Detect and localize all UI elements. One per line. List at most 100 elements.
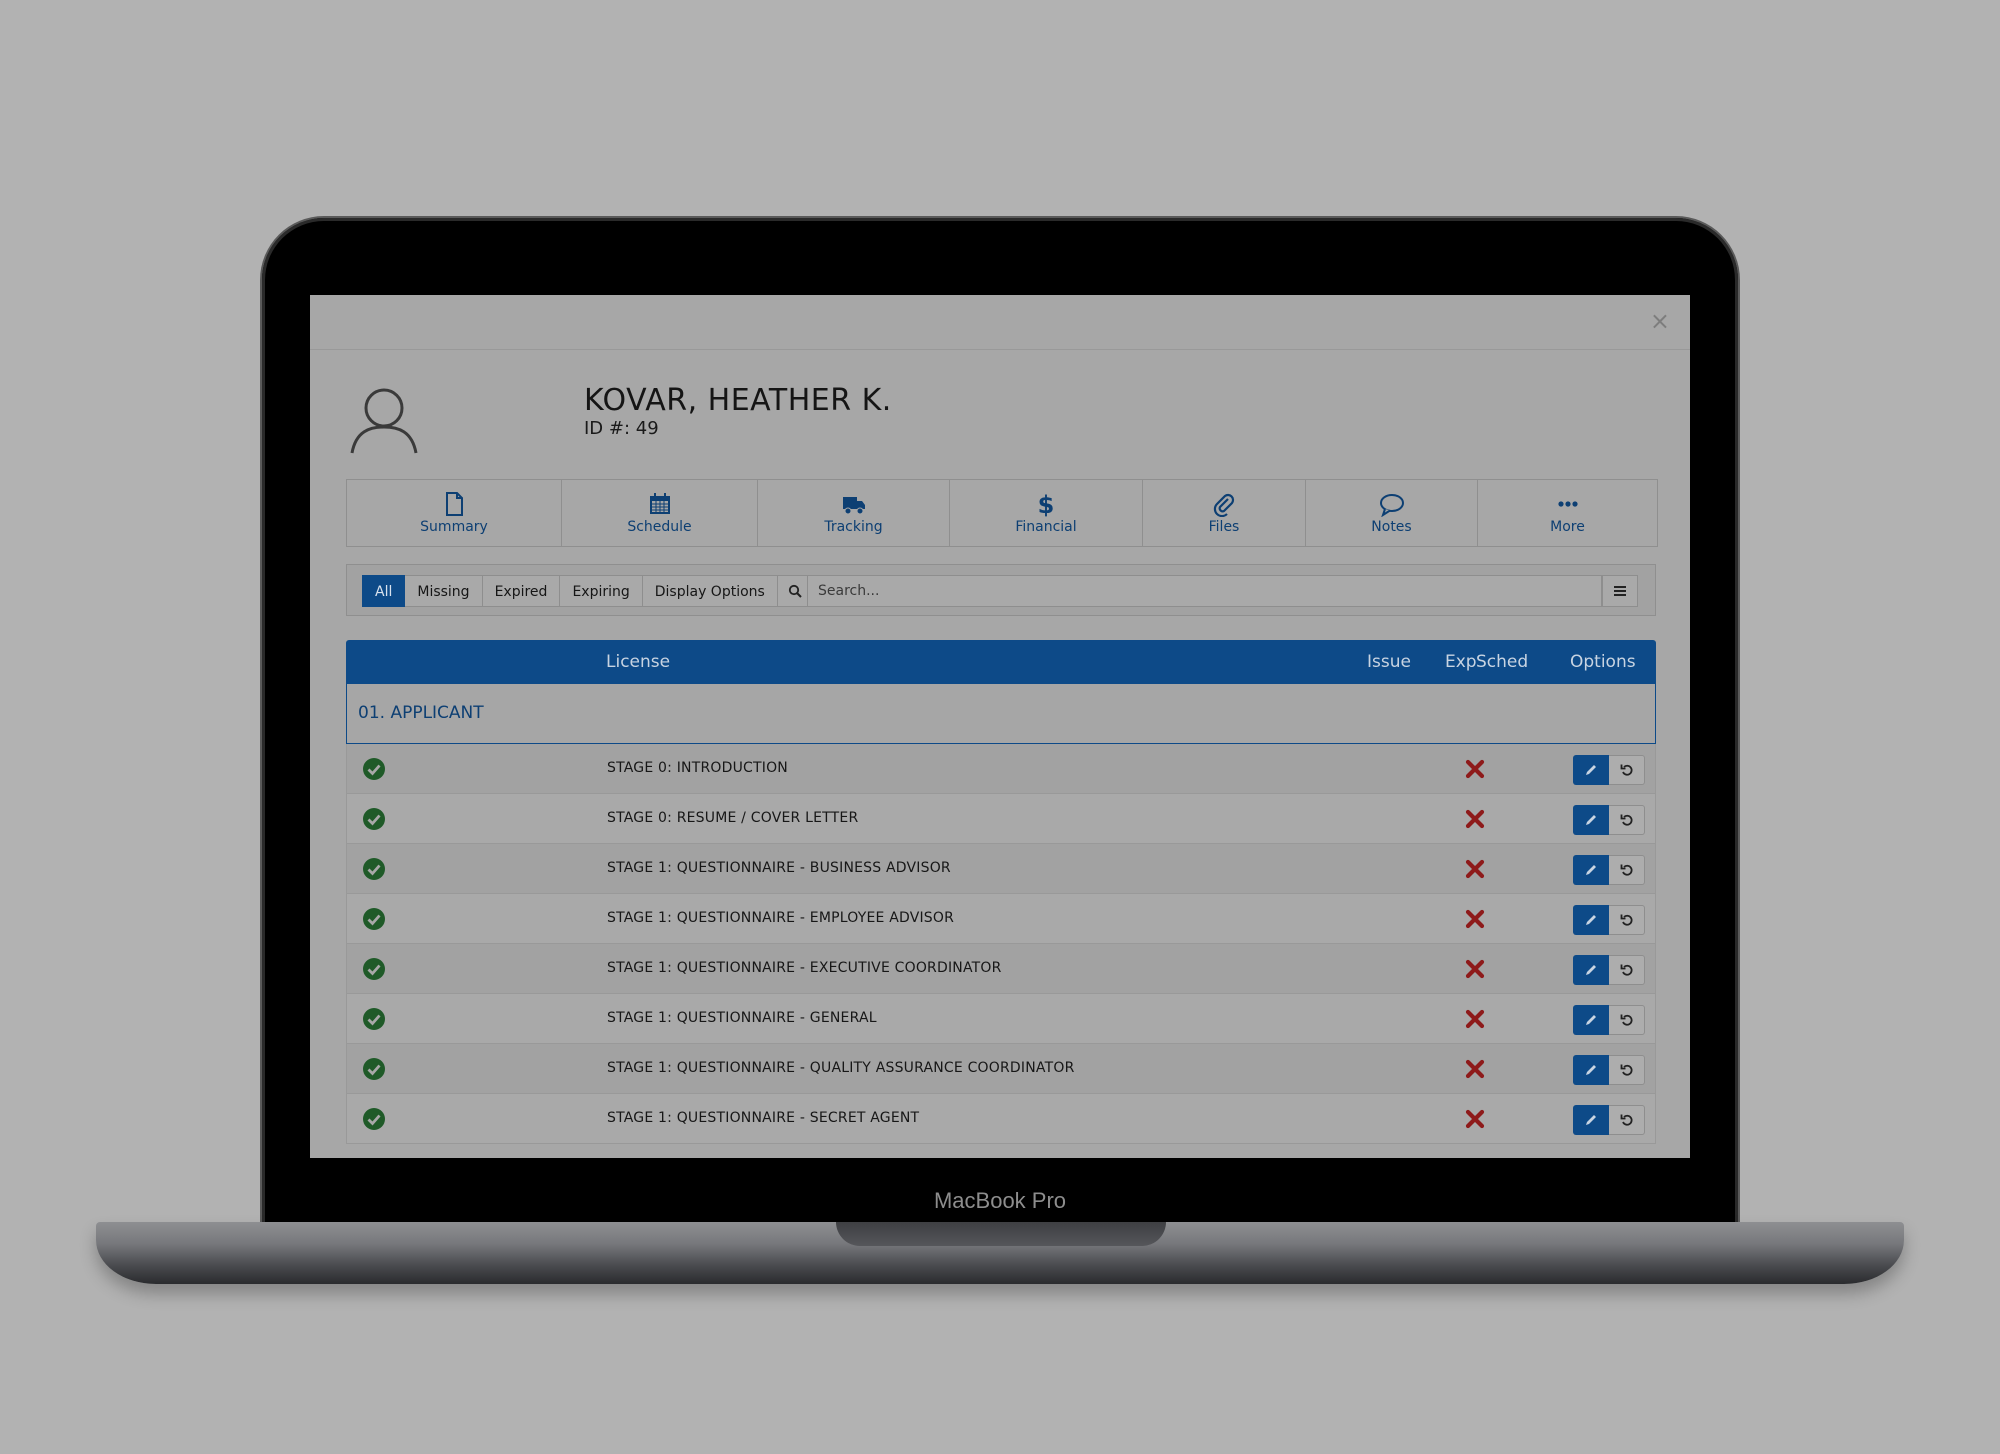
pencil-icon: [1586, 1065, 1596, 1075]
section-title: 01. APPLICANT: [358, 703, 484, 723]
hamburger-icon: [1614, 586, 1626, 596]
table-row: STAGE 1: QUESTIONNAIRE - BUSINESS ADVISO…: [346, 844, 1656, 894]
undo-icon: [1620, 1064, 1633, 1076]
filter-button-group: All Missing Expired Expiring Display Opt…: [362, 575, 813, 607]
table-row: STAGE 1: QUESTIONNAIRE - EXECUTIVE COORD…: [346, 944, 1656, 994]
pencil-icon: [1586, 1015, 1596, 1025]
pencil-icon: [1586, 965, 1596, 975]
undo-button[interactable]: [1609, 1105, 1645, 1135]
edit-button[interactable]: [1573, 855, 1609, 885]
pencil-icon: [1586, 765, 1596, 775]
column-options[interactable]: Options: [1570, 652, 1636, 672]
tab-files[interactable]: Files: [1143, 480, 1306, 546]
svg-text:$: $: [1038, 491, 1055, 517]
x-mark-icon: [1465, 1109, 1485, 1129]
license-table: License Issue Exp Sched Options 01. APPL…: [346, 640, 1656, 1158]
undo-icon: [1620, 814, 1633, 826]
tab-tracking[interactable]: Tracking: [758, 480, 950, 546]
table-rows: STAGE 0: INTRODUCTION STAGE 0: RESUME / …: [346, 744, 1656, 1144]
undo-icon: [1620, 914, 1633, 926]
speech-bubble-icon: [1379, 494, 1404, 517]
undo-icon: [1620, 1114, 1633, 1126]
app-screen: × KOVAR, HEATHER K. ID #: 49 Summary Sch…: [310, 295, 1690, 1158]
paperclip-icon: [1213, 493, 1235, 517]
search-input[interactable]: [807, 575, 1602, 607]
row-license-label: STAGE 1: QUESTIONNAIRE - GENERAL: [607, 1010, 877, 1026]
calendar-icon: [649, 493, 670, 514]
document-icon: [446, 492, 463, 516]
row-options: [1573, 905, 1645, 935]
x-mark-icon: [1465, 759, 1485, 779]
tab-more[interactable]: More: [1478, 480, 1657, 546]
x-mark-icon: [1465, 859, 1485, 879]
row-options: [1573, 1055, 1645, 1085]
dollar-icon: $: [1038, 491, 1055, 517]
table-row: STAGE 1: QUESTIONNAIRE - EMPLOYEE ADVISO…: [346, 894, 1656, 944]
undo-button[interactable]: [1609, 905, 1645, 935]
table-row: STAGE 1: QUESTIONNAIRE - GENERAL: [346, 994, 1656, 1044]
x-mark-icon: [1465, 809, 1485, 829]
tab-label: Schedule: [627, 519, 692, 535]
check-circle-icon: [363, 1008, 385, 1030]
undo-button[interactable]: [1609, 755, 1645, 785]
check-circle-icon: [363, 758, 385, 780]
undo-button[interactable]: [1609, 1055, 1645, 1085]
truck-icon: [842, 497, 865, 515]
device-brand-label: MacBook Pro: [933, 1188, 1067, 1213]
x-mark-icon: [1465, 1009, 1485, 1029]
tab-summary[interactable]: Summary: [347, 480, 562, 546]
column-sched[interactable]: Sched: [1476, 652, 1528, 672]
display-options-button[interactable]: Display Options: [642, 575, 778, 607]
x-mark-icon: [1465, 1059, 1485, 1079]
row-options: [1573, 805, 1645, 835]
undo-button[interactable]: [1609, 855, 1645, 885]
filter-all-button[interactable]: All: [362, 575, 406, 607]
edit-button[interactable]: [1573, 905, 1609, 935]
check-circle-icon: [363, 1108, 385, 1130]
edit-button[interactable]: [1573, 1055, 1609, 1085]
row-license-label: STAGE 0: INTRODUCTION: [607, 760, 788, 776]
table-row: STAGE 1: QUESTIONNAIRE - SECRET AGENT: [346, 1094, 1656, 1144]
tab-notes[interactable]: Notes: [1306, 480, 1478, 546]
filter-missing-button[interactable]: Missing: [405, 575, 483, 607]
undo-icon: [1620, 864, 1633, 876]
nav-tabs: Summary Schedule Tracking $ Financial Fi…: [346, 479, 1658, 547]
pencil-icon: [1586, 815, 1596, 825]
edit-button[interactable]: [1573, 755, 1609, 785]
row-options: [1573, 955, 1645, 985]
undo-icon: [1620, 1014, 1633, 1026]
column-license[interactable]: License: [606, 652, 670, 672]
tab-financial[interactable]: $ Financial: [950, 480, 1143, 546]
ellipsis-icon: [1557, 501, 1578, 507]
edit-button[interactable]: [1573, 1005, 1609, 1035]
filter-expiring-button[interactable]: Expiring: [560, 575, 643, 607]
tab-label: Summary: [420, 519, 488, 535]
pencil-icon: [1586, 915, 1596, 925]
row-license-label: STAGE 1: QUESTIONNAIRE - EMPLOYEE ADVISO…: [607, 910, 955, 926]
column-exp[interactable]: Exp: [1445, 652, 1477, 672]
close-icon[interactable]: ×: [1650, 309, 1670, 333]
undo-icon: [1620, 764, 1633, 776]
tab-schedule[interactable]: Schedule: [562, 480, 758, 546]
edit-button[interactable]: [1573, 805, 1609, 835]
check-circle-icon: [363, 808, 385, 830]
row-options: [1573, 1105, 1645, 1135]
undo-button[interactable]: [1609, 805, 1645, 835]
modal-header: ×: [310, 295, 1690, 350]
row-options: [1573, 855, 1645, 885]
filter-expired-button[interactable]: Expired: [482, 575, 561, 607]
table-row: STAGE 0: INTRODUCTION: [346, 744, 1656, 794]
undo-button[interactable]: [1609, 955, 1645, 985]
table-header: License Issue Exp Sched Options: [346, 640, 1656, 684]
undo-button[interactable]: [1609, 1005, 1645, 1035]
pencil-icon: [1586, 1115, 1596, 1125]
list-menu-button[interactable]: [1602, 575, 1638, 607]
tab-label: Tracking: [824, 519, 883, 535]
patient-id: ID #: 49: [584, 418, 659, 439]
x-mark-icon: [1465, 959, 1485, 979]
column-issue[interactable]: Issue: [1367, 652, 1411, 672]
edit-button[interactable]: [1573, 955, 1609, 985]
filter-bar: All Missing Expired Expiring Display Opt…: [346, 564, 1656, 616]
edit-button[interactable]: [1573, 1105, 1609, 1135]
tab-label: More: [1550, 519, 1585, 535]
